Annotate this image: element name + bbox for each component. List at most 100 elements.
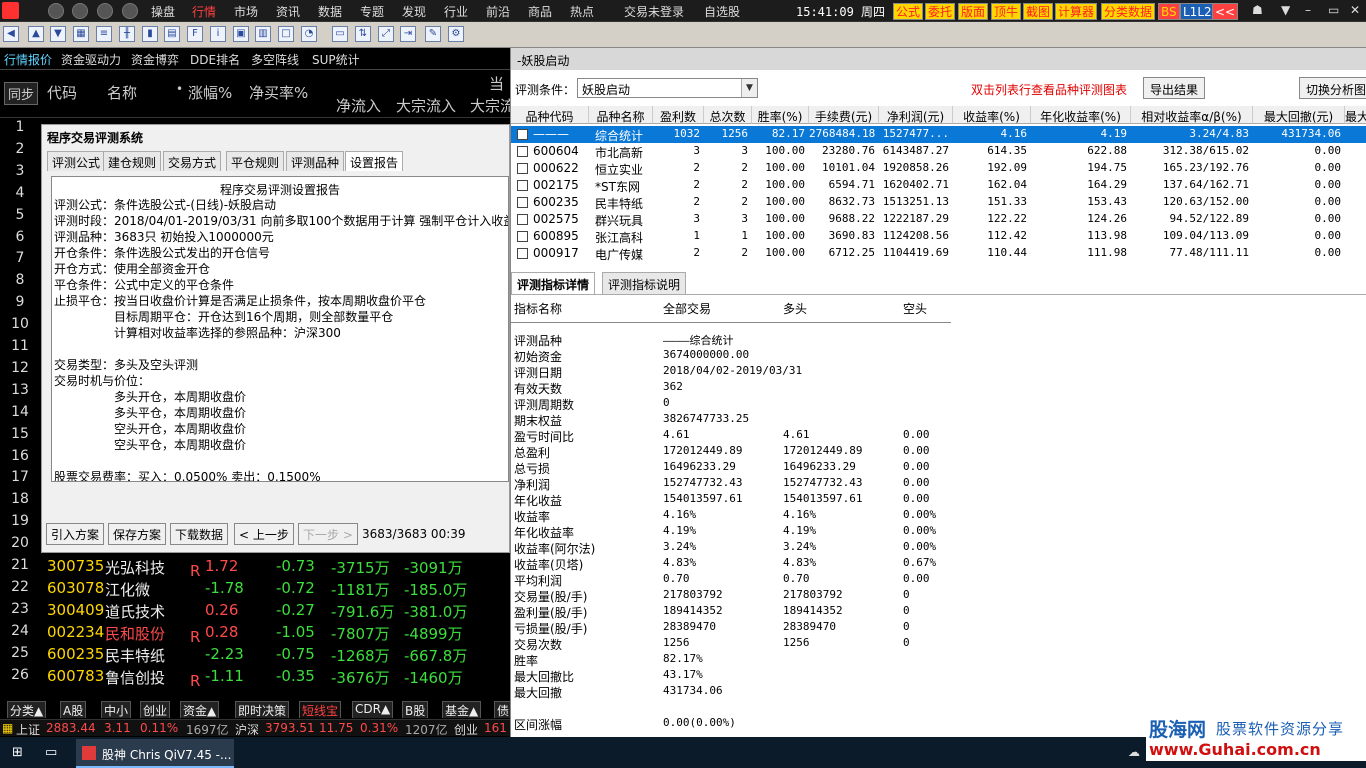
nav-circle-icon[interactable]	[97, 3, 113, 19]
left-tab[interactable]: 多空阵线	[251, 51, 299, 68]
top-tool-button[interactable]: 截图	[1023, 3, 1054, 20]
menu-item[interactable]: 前沿	[486, 3, 510, 20]
dialog-button[interactable]: < 上一步	[234, 523, 294, 545]
top-tool-button[interactable]: 顶牛	[991, 3, 1022, 20]
grid-column-header[interactable]: 最大回撤(元)	[1253, 106, 1345, 124]
minimize-icon[interactable]: –	[1305, 4, 1317, 16]
window-icon[interactable]: □	[278, 26, 294, 42]
nav-circle-icon[interactable]	[48, 3, 64, 19]
grid-column-header[interactable]: 年化收益率(%)	[1031, 106, 1131, 124]
export-button[interactable]: 导出结果	[1143, 77, 1206, 99]
row-checkbox[interactable]	[517, 231, 528, 242]
detail-tab[interactable]: 评测指标详情	[511, 272, 596, 294]
bottom-tab[interactable]: CDR▲	[352, 701, 394, 718]
grid-row[interactable]: 600895 张江高科 1 1 100.00 3690.83 1124208.56 112.4…	[511, 228, 1366, 245]
grid-column-header[interactable]: 手续费(元)	[809, 106, 879, 124]
nav-circle-icon[interactable]	[122, 3, 138, 19]
top-tool-button[interactable]: 分类数据	[1101, 3, 1156, 20]
grid-column-header[interactable]: 净利润(元)	[879, 106, 953, 124]
dialog-tab[interactable]: 评测公式	[47, 151, 106, 171]
login-status[interactable]: 交易未登录	[624, 3, 684, 20]
grid-column-header[interactable]: 总次数	[704, 106, 752, 124]
dialog-button[interactable]: 保存方案	[108, 523, 167, 545]
detail-tab[interactable]: 评测指标说明	[602, 272, 687, 294]
quote-row[interactable]: 23 300409 道氏技术 0.26 -0.27 -791.6万 -381.0万	[0, 600, 510, 622]
column-code[interactable]: 代码	[47, 82, 77, 103]
menu-item[interactable]: 专题	[360, 3, 384, 20]
kline-icon[interactable]: ╫	[119, 26, 135, 42]
export-icon[interactable]: ⇥	[400, 26, 416, 42]
close-icon[interactable]: ✕	[1350, 4, 1362, 16]
menu-item[interactable]: 市场	[234, 3, 258, 20]
bottom-tab[interactable]: 资金▲	[180, 701, 220, 718]
top-tool-button[interactable]: L1L2	[1180, 3, 1215, 20]
column-name[interactable]: 名称	[107, 82, 137, 103]
bottom-tab[interactable]: 即时决策	[235, 701, 290, 718]
note-icon[interactable]: ✎	[425, 26, 441, 42]
bar-chart-icon[interactable]: ▥	[255, 26, 271, 42]
bottom-tab[interactable]: 分类▲	[7, 701, 47, 718]
top-tool-button[interactable]: 版面	[958, 3, 989, 20]
menu-icon[interactable]: ▼	[1281, 4, 1293, 16]
quote-row[interactable]: 25 600235 民丰特纸 -2.23 -0.75 -1268万 -667.8万	[0, 644, 510, 666]
top-tool-button[interactable]: 公式	[893, 3, 924, 20]
back-icon[interactable]: ◀	[3, 26, 19, 42]
left-tab[interactable]: DDE排名	[190, 51, 240, 68]
f10-icon[interactable]: F	[187, 26, 203, 42]
bottom-tab[interactable]: B股	[402, 701, 429, 718]
menu-item[interactable]: 发现	[402, 3, 426, 20]
cloud-icon[interactable]: ☁	[1128, 746, 1144, 758]
column-net-buy-rate[interactable]: 净买率%	[249, 82, 308, 103]
menu-item[interactable]: 资讯	[276, 3, 300, 20]
top-tool-button[interactable]: 委托	[925, 3, 956, 20]
menu-item[interactable]: 操盘	[151, 3, 175, 20]
quote-row[interactable]: 24 002234 民和股份 R 0.28 -1.05 -7807万 -4899万	[0, 622, 510, 646]
table-icon[interactable]: ▤	[164, 26, 180, 42]
nav-circle-icon[interactable]	[72, 3, 88, 19]
left-tab[interactable]: 资金博弈	[131, 51, 179, 68]
menu-item[interactable]: 商品	[528, 3, 552, 20]
quote-row[interactable]: 21 300735 光弘科技 R 1.72 -0.73 -3715万 -3091万	[0, 556, 510, 580]
row-checkbox[interactable]	[517, 197, 528, 208]
grid-column-header[interactable]: 盈利数	[653, 106, 704, 124]
bottom-tab[interactable]: 短线宝	[299, 701, 342, 718]
menu-item[interactable]: 行业	[444, 3, 468, 20]
grid-column-header[interactable]: 胜率(%)	[752, 106, 809, 124]
quote-row[interactable]: 22 603078 江化微 -1.78 -0.72 -1181万 -185.0万	[0, 578, 510, 600]
top-tool-button[interactable]: 计算器	[1055, 3, 1098, 20]
zoom-icon[interactable]: ⤢	[378, 26, 394, 42]
grid-row[interactable]: 002575 群兴玩具 3 3 100.00 9688.22 1222187.29 122.2…	[511, 211, 1366, 228]
sort-icon[interactable]: ⇅	[355, 26, 371, 42]
sh-label[interactable]: 上证	[16, 721, 40, 738]
up-icon[interactable]: ▲	[28, 26, 44, 42]
row-checkbox[interactable]	[517, 163, 528, 174]
grid-column-header[interactable]: 相对收益率α/β(%)	[1131, 106, 1253, 124]
row-checkbox[interactable]	[517, 214, 528, 225]
taskbar-app-button[interactable]: 股神 Chris QiV7.45 -...	[76, 739, 234, 768]
list-icon[interactable]: ≡	[96, 26, 112, 42]
grid-row[interactable]: 000917 电广传媒 2 2 100.00 6712.25 1104419.69 110.4…	[511, 245, 1366, 262]
grid-row[interactable]: 000622 恒立实业 2 2 100.00 10101.04 1920858.26 192.…	[511, 160, 1366, 177]
grid-column-header[interactable]: 品种代码	[511, 106, 589, 124]
watchlist-menu[interactable]: 自选股	[704, 3, 740, 20]
app-logo-icon[interactable]	[2, 2, 19, 19]
top-tool-button[interactable]: <<	[1212, 3, 1239, 20]
task-view-icon[interactable]: ▭	[45, 745, 61, 761]
grid-column-header[interactable]: 最大	[1345, 106, 1366, 124]
maximize-icon[interactable]: ▭	[1328, 4, 1340, 16]
left-tab[interactable]: 资金驱动力	[61, 51, 121, 68]
clock-icon[interactable]: ◔	[301, 26, 317, 42]
grid-row[interactable]: ——— 综合统计 1032 1256 82.17 2768484.18 1527477...…	[511, 126, 1366, 143]
left-tab[interactable]: 行情报价	[4, 51, 52, 68]
chevron-down-icon[interactable]: ▼	[741, 79, 757, 97]
dialog-tab[interactable]: 平仓规则	[226, 151, 285, 171]
grid-column-header[interactable]: 品种名称	[589, 106, 653, 124]
down-icon[interactable]: ▼	[50, 26, 66, 42]
switch-chart-button[interactable]: 切换分析图	[1299, 77, 1366, 99]
info-icon[interactable]: i	[210, 26, 226, 42]
gear-icon[interactable]: ⚙	[448, 26, 464, 42]
dialog-tab[interactable]: 评测品种	[286, 151, 345, 171]
grid-row[interactable]: 600235 民丰特纸 2 2 100.00 8632.73 1513251.13 151.3…	[511, 194, 1366, 211]
column-big-inflow[interactable]: 大宗流入	[396, 95, 456, 116]
chart-icon[interactable]: ▮	[142, 26, 158, 42]
